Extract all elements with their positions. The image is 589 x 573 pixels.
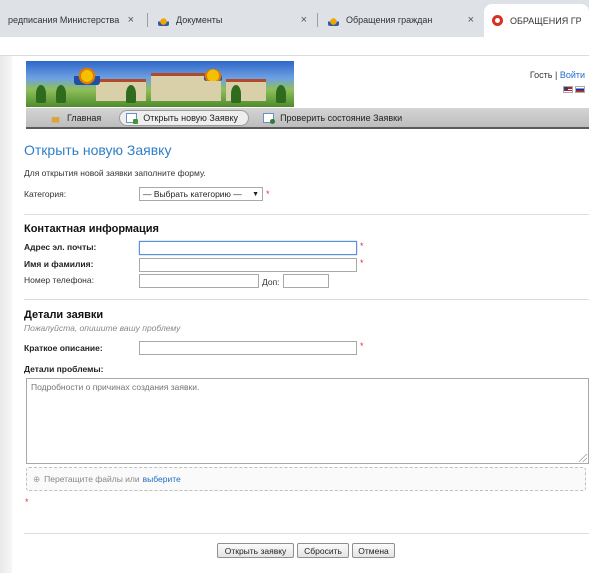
home-icon — [50, 112, 61, 123]
divider — [24, 299, 589, 300]
required-mark: * — [360, 341, 364, 351]
page-gutter — [0, 56, 12, 573]
contact-section-title: Контактная информация — [24, 223, 159, 235]
dropdown-arrow-icon: ▼ — [252, 190, 259, 198]
tab-separator — [147, 13, 148, 27]
page-title: Открыть новую Заявку — [24, 142, 172, 158]
summary-input[interactable] — [139, 341, 357, 355]
file-dropzone[interactable]: ⊕ Перетащите файлы или выберите — [26, 467, 586, 491]
close-icon[interactable]: × — [468, 14, 474, 26]
cancel-button[interactable]: Отмена — [352, 543, 395, 558]
required-mark: * — [360, 258, 364, 268]
site-favicon-icon — [158, 14, 169, 26]
problem-details-label: Детали проблемы: — [24, 364, 104, 374]
new-ticket-icon — [126, 112, 139, 124]
separator: | — [554, 70, 558, 80]
russian-flag-icon[interactable] — [575, 86, 585, 93]
close-icon[interactable]: × — [128, 14, 134, 26]
category-label: Категория: — [24, 189, 67, 199]
form-intro: Для открытия новой заявки заполните форм… — [24, 168, 206, 178]
problem-details-textarea[interactable] — [26, 378, 589, 464]
browser-tab-prescriptions[interactable]: редписания Министерства об × — [0, 6, 142, 34]
required-mark: * — [266, 189, 270, 199]
tab-separator — [317, 13, 318, 27]
site-banner-image[interactable] — [26, 61, 294, 107]
category-select[interactable]: — Выбрать категорию — ▼ — [139, 187, 263, 201]
choose-files-link[interactable]: выберите — [143, 474, 181, 484]
dropzone-text: Перетащите файлы или — [44, 474, 140, 484]
tab-title: Обращения граждан — [346, 15, 433, 25]
browser-tab-documents[interactable]: Документы × — [150, 6, 315, 34]
user-links: Гость | Войти — [530, 70, 585, 80]
open-ticket-button[interactable]: Открыть заявку — [217, 543, 294, 558]
tab-title: редписания Министерства об — [8, 15, 122, 25]
category-selected-value: — Выбрать категорию — — [143, 189, 242, 199]
close-icon[interactable]: × — [301, 14, 307, 26]
emblem-icon — [204, 69, 222, 81]
details-hint: Пожалуйста, опишите вашу проблему — [24, 323, 181, 333]
email-label: Адрес эл. почты: — [24, 242, 97, 252]
browser-tab-bar: редписания Министерства об × Документы ×… — [0, 0, 589, 37]
language-switcher — [563, 86, 585, 93]
nav-open-ticket[interactable]: Открыть новую Заявку — [119, 109, 250, 126]
guest-label: Гость — [529, 70, 553, 80]
tab-title: Документы — [176, 15, 223, 25]
email-input[interactable] — [139, 241, 357, 255]
name-input[interactable] — [139, 258, 357, 272]
nav-label: Открыть новую Заявку — [143, 112, 239, 123]
check-status-icon — [263, 112, 276, 124]
nav-label: Главная — [67, 112, 102, 123]
divider — [24, 214, 589, 215]
page: Гость | Войти Главная Открыть новую Заяв… — [12, 56, 589, 573]
details-section-title: Детали заявки — [24, 309, 104, 321]
upload-plus-icon: ⊕ — [33, 473, 41, 484]
opera-favicon-icon — [492, 15, 503, 26]
english-flag-icon[interactable] — [563, 86, 573, 93]
phone-label: Номер телефона: — [24, 275, 94, 285]
login-link[interactable]: Войти — [560, 70, 585, 80]
site-favicon-icon — [328, 14, 339, 26]
name-label: Имя и фамилия: — [24, 259, 94, 269]
tab-title: ОБРАЩЕНИЯ ГРАЖДА — [510, 15, 581, 26]
required-mark: * — [25, 497, 29, 507]
browser-tab-citizen-appeals[interactable]: Обращения граждан × — [320, 6, 482, 34]
nav-label: Проверить состояние Заявки — [280, 112, 403, 123]
reset-button[interactable]: Сбросить — [297, 543, 349, 558]
main-nav: Главная Открыть новую Заявку Проверить с… — [26, 108, 589, 129]
ext-label: Доп: — [262, 277, 280, 287]
phone-input[interactable] — [139, 274, 259, 288]
ext-input[interactable] — [283, 274, 329, 288]
browser-tab-appeals-active[interactable]: ОБРАЩЕНИЯ ГРАЖДА — [484, 4, 589, 37]
summary-label: Краткое описание: — [24, 343, 103, 353]
browser-toolbar — [0, 37, 589, 56]
resize-handle-icon[interactable] — [579, 454, 587, 462]
nav-home[interactable]: Главная — [44, 110, 111, 126]
divider — [24, 533, 589, 534]
emblem-icon — [74, 65, 100, 85]
nav-check-status[interactable]: Проверить состояние Заявки — [257, 110, 412, 126]
required-mark: * — [360, 241, 364, 251]
